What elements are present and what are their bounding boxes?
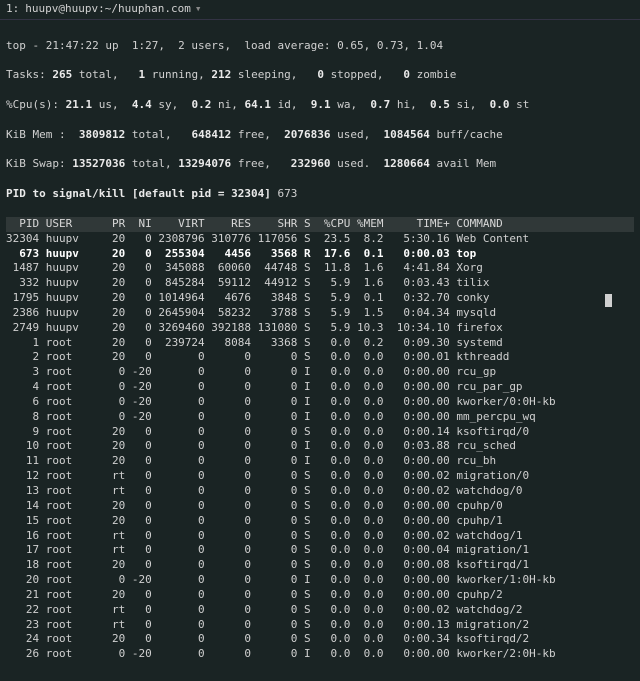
top-swap-line: KiB Swap: 13527036 total, 13294076 free,… [6,157,634,172]
process-row: 15 root 20 0 0 0 0 S 0.0 0.0 0:00.00 cpu… [6,514,634,529]
process-row: 21 root 20 0 0 0 0 S 0.0 0.0 0:00.00 cpu… [6,588,634,603]
process-row: 12 root rt 0 0 0 0 S 0.0 0.0 0:00.02 mig… [6,469,634,484]
process-row: 1487 huupv 20 0 345088 60060 44748 S 11.… [6,261,634,276]
process-table-header: PID USER PR NI VIRT RES SHR S %CPU %MEM … [6,217,634,232]
kill-pid-input[interactable]: 673 [278,187,298,200]
process-row: 2 root 20 0 0 0 0 S 0.0 0.0 0:00.01 kthr… [6,350,634,365]
top-mem-line: KiB Mem : 3809812 total, 648412 free, 20… [6,128,634,143]
process-row: 3 root 0 -20 0 0 0 I 0.0 0.0 0:00.00 rcu… [6,365,634,380]
top-uptime-line: top - 21:47:22 up 1:27, 2 users, load av… [6,39,634,54]
process-row: 1 root 20 0 239724 8084 3368 S 0.0 0.2 0… [6,336,634,351]
text-cursor-icon [605,294,612,307]
process-row: 13 root rt 0 0 0 0 S 0.0 0.0 0:00.02 wat… [6,484,634,499]
process-row: 20 root 0 -20 0 0 0 I 0.0 0.0 0:00.00 kw… [6,573,634,588]
process-row: 8 root 0 -20 0 0 0 I 0.0 0.0 0:00.00 mm_… [6,410,634,425]
process-row: 6 root 0 -20 0 0 0 I 0.0 0.0 0:00.00 kwo… [6,395,634,410]
process-row: 1795 huupv 20 0 1014964 4676 3848 S 5.9 … [6,291,634,306]
process-row: 14 root 20 0 0 0 0 S 0.0 0.0 0:00.00 cpu… [6,499,634,514]
process-row: 16 root rt 0 0 0 0 S 0.0 0.0 0:00.02 wat… [6,529,634,544]
process-row: 22 root rt 0 0 0 0 S 0.0 0.0 0:00.02 wat… [6,603,634,618]
process-row: 4 root 0 -20 0 0 0 I 0.0 0.0 0:00.00 rcu… [6,380,634,395]
process-row: 17 root rt 0 0 0 0 S 0.0 0.0 0:00.04 mig… [6,543,634,558]
tab-index: 1: [6,2,19,17]
top-tasks-line: Tasks: 265 total, 1 running, 212 sleepin… [6,68,634,83]
tab-title: huupv@huupv:~/huuphan.com [25,2,191,17]
process-row: 11 root 20 0 0 0 0 I 0.0 0.0 0:00.00 rcu… [6,454,634,469]
process-row: 26 root 0 -20 0 0 0 I 0.0 0.0 0:00.00 kw… [6,647,634,662]
process-row: 24 root 20 0 0 0 0 S 0.0 0.0 0:00.34 kso… [6,632,634,647]
process-row: 2386 huupv 20 0 2645904 58232 3788 S 5.9… [6,306,634,321]
process-row: 2749 huupv 20 0 3269460 392188 131080 S … [6,321,634,336]
top-cpu-line: %Cpu(s): 21.1 us, 4.4 sy, 0.2 ni, 64.1 i… [6,98,634,113]
process-table-body: 32304 huupv 20 0 2308796 310776 117056 S… [6,232,634,662]
process-row: 23 root rt 0 0 0 0 S 0.0 0.0 0:00.13 mig… [6,618,634,633]
chevron-down-icon[interactable]: ▾ [195,2,202,17]
process-row: 18 root 20 0 0 0 0 S 0.0 0.0 0:00.08 kso… [6,558,634,573]
process-row: 332 huupv 20 0 845284 59112 44912 S 5.9 … [6,276,634,291]
terminal-titlebar: 1: huupv@huupv:~/huuphan.com ▾ [0,0,640,20]
process-row: 10 root 20 0 0 0 0 I 0.0 0.0 0:03.88 rcu… [6,439,634,454]
process-row: 9 root 20 0 0 0 0 S 0.0 0.0 0:00.14 ksof… [6,425,634,440]
terminal-output[interactable]: top - 21:47:22 up 1:27, 2 users, load av… [0,20,640,681]
process-row: 32304 huupv 20 0 2308796 310776 117056 S… [6,232,634,247]
process-row: 673 huupv 20 0 255304 4456 3568 R 17.6 0… [6,247,634,262]
kill-prompt-line: PID to signal/kill [default pid = 32304]… [6,187,634,202]
